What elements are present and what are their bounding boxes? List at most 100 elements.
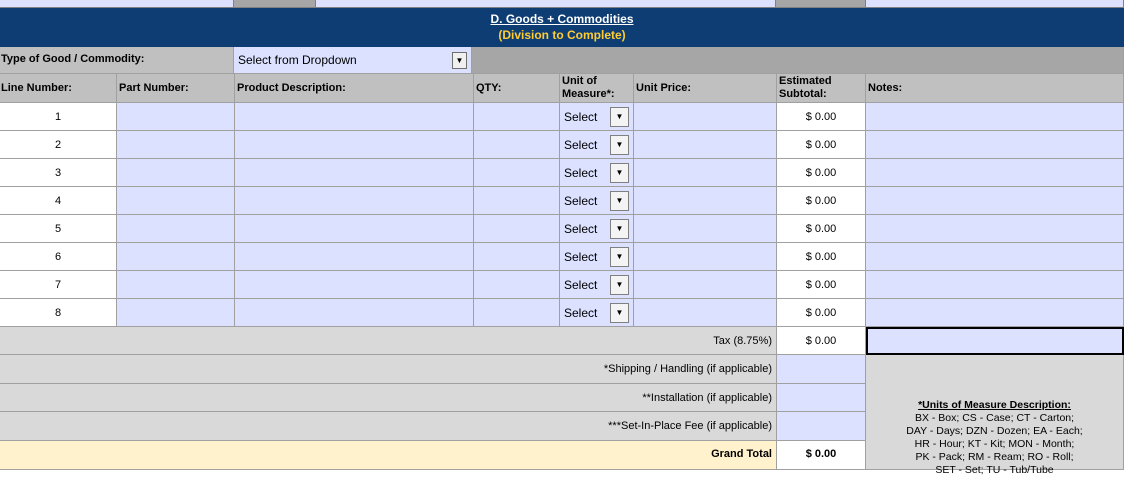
- uom-select-value: Select: [564, 110, 598, 124]
- notes-input[interactable]: [866, 187, 1124, 215]
- col-header-notes: Notes:: [866, 74, 1124, 103]
- part-number-input[interactable]: [117, 131, 235, 159]
- col-header-qty: QTY:: [474, 74, 560, 103]
- uom-legend: *Units of Measure Description: BX - Box;…: [866, 355, 1124, 476]
- uom-select[interactable]: Select ▼: [560, 131, 634, 159]
- dropdown-arrow-icon[interactable]: ▼: [610, 135, 629, 155]
- dropdown-arrow-icon[interactable]: ▼: [610, 247, 629, 267]
- set-in-place-input[interactable]: [777, 412, 866, 441]
- unit-price-input[interactable]: [634, 131, 777, 159]
- col-header-product-description-text: Product Description:: [237, 82, 346, 94]
- col-header-part-number: Part Number:: [117, 74, 235, 103]
- col-header-unit-price-text: Unit Price:: [636, 82, 692, 94]
- dropdown-arrow-icon[interactable]: ▼: [610, 191, 629, 211]
- dropdown-arrow-icon[interactable]: ▼: [610, 107, 629, 127]
- qty-input[interactable]: [474, 187, 560, 215]
- dropdown-arrow-icon[interactable]: ▼: [610, 163, 629, 183]
- dropdown-arrow-icon[interactable]: ▼: [610, 219, 629, 239]
- tax-label: Tax (8.75%): [713, 335, 772, 347]
- uom-select-value: Select: [564, 166, 598, 180]
- uom-select[interactable]: Select ▼: [560, 187, 634, 215]
- unit-price-input[interactable]: [634, 187, 777, 215]
- line-number-cell: 1: [0, 103, 117, 131]
- estimated-subtotal-cell: $ 0.00: [777, 271, 866, 299]
- col-header-notes-text: Notes:: [868, 82, 903, 94]
- grand-total-label-cell: Grand Total: [0, 441, 777, 470]
- strip-cell: [234, 0, 316, 8]
- col-header-line-number-text: Line Number:: [1, 82, 72, 94]
- col-header-qty-text: QTY:: [476, 82, 502, 94]
- product-description-input[interactable]: [235, 299, 474, 327]
- unit-price-input[interactable]: [634, 243, 777, 271]
- col-header-unit-price: Unit Price:: [634, 74, 777, 103]
- notes-input[interactable]: [866, 103, 1124, 131]
- qty-input[interactable]: [474, 131, 560, 159]
- line-number-cell: 2: [0, 131, 117, 159]
- qty-input[interactable]: [474, 103, 560, 131]
- line-number-cell: 7: [0, 271, 117, 299]
- estimated-subtotal-cell: $ 0.00: [777, 103, 866, 131]
- dropdown-arrow-icon[interactable]: ▼: [452, 52, 467, 69]
- uom-legend-line: DAY - Days; DZN - Dozen; EA - Each;: [906, 425, 1083, 437]
- uom-select[interactable]: Select ▼: [560, 103, 634, 131]
- qty-input[interactable]: [474, 271, 560, 299]
- part-number-input[interactable]: [117, 271, 235, 299]
- shipping-label-cell: *Shipping / Handling (if applicable): [0, 355, 777, 384]
- part-number-input[interactable]: [117, 299, 235, 327]
- uom-legend-line: PK - Pack; RM - Ream; RO - Roll;: [915, 451, 1074, 463]
- dropdown-arrow-icon[interactable]: ▼: [610, 303, 629, 323]
- part-number-input[interactable]: [117, 159, 235, 187]
- line-number-cell: 3: [0, 159, 117, 187]
- type-of-good-label: Type of Good / Commodity:: [1, 53, 145, 65]
- uom-select[interactable]: Select ▼: [560, 299, 634, 327]
- estimated-subtotal-cell: $ 0.00: [777, 187, 866, 215]
- notes-input[interactable]: [866, 131, 1124, 159]
- type-of-good-select[interactable]: Select from Dropdown ▼: [234, 47, 472, 74]
- notes-input[interactable]: [866, 271, 1124, 299]
- uom-select-value: Select: [564, 222, 598, 236]
- uom-select-value: Select: [564, 250, 598, 264]
- unit-price-input[interactable]: [634, 103, 777, 131]
- uom-select[interactable]: Select ▼: [560, 215, 634, 243]
- estimated-subtotal-cell: $ 0.00: [777, 243, 866, 271]
- qty-input[interactable]: [474, 299, 560, 327]
- uom-legend-line: SET - Set; TU - Tub/Tube: [935, 464, 1054, 476]
- strip-cell: [866, 0, 1124, 8]
- grand-total-value: $ 0.00: [777, 441, 866, 470]
- part-number-input[interactable]: [117, 215, 235, 243]
- dropdown-arrow-icon[interactable]: ▼: [610, 275, 629, 295]
- uom-select[interactable]: Select ▼: [560, 243, 634, 271]
- uom-select[interactable]: Select ▼: [560, 159, 634, 187]
- part-number-input[interactable]: [117, 103, 235, 131]
- qty-input[interactable]: [474, 243, 560, 271]
- grand-total-label: Grand Total: [711, 448, 772, 460]
- unit-price-input[interactable]: [634, 159, 777, 187]
- shipping-input[interactable]: [777, 355, 866, 384]
- notes-input[interactable]: [866, 159, 1124, 187]
- notes-input[interactable]: [866, 215, 1124, 243]
- col-header-estimated-subtotal: Estimated Subtotal:: [777, 74, 866, 103]
- product-description-input[interactable]: [235, 187, 474, 215]
- product-description-input[interactable]: [235, 159, 474, 187]
- tax-notes-input[interactable]: [866, 327, 1124, 355]
- unit-price-input[interactable]: [634, 299, 777, 327]
- estimated-subtotal-cell: $ 0.00: [777, 131, 866, 159]
- qty-input[interactable]: [474, 215, 560, 243]
- notes-input[interactable]: [866, 243, 1124, 271]
- product-description-input[interactable]: [235, 215, 474, 243]
- uom-legend-line: BX - Box; CS - Case; CT - Carton;: [914, 412, 1075, 424]
- uom-select[interactable]: Select ▼: [560, 271, 634, 299]
- product-description-input[interactable]: [235, 131, 474, 159]
- qty-input[interactable]: [474, 159, 560, 187]
- part-number-input[interactable]: [117, 187, 235, 215]
- product-description-input[interactable]: [235, 271, 474, 299]
- unit-price-input[interactable]: [634, 215, 777, 243]
- part-number-input[interactable]: [117, 243, 235, 271]
- product-description-input[interactable]: [235, 243, 474, 271]
- col-header-unit-of-measure-text: Unit of Measure*:: [562, 75, 615, 100]
- installation-input[interactable]: [777, 384, 866, 412]
- unit-price-input[interactable]: [634, 271, 777, 299]
- notes-input[interactable]: [866, 299, 1124, 327]
- tax-value: $ 0.00: [777, 327, 866, 355]
- product-description-input[interactable]: [235, 103, 474, 131]
